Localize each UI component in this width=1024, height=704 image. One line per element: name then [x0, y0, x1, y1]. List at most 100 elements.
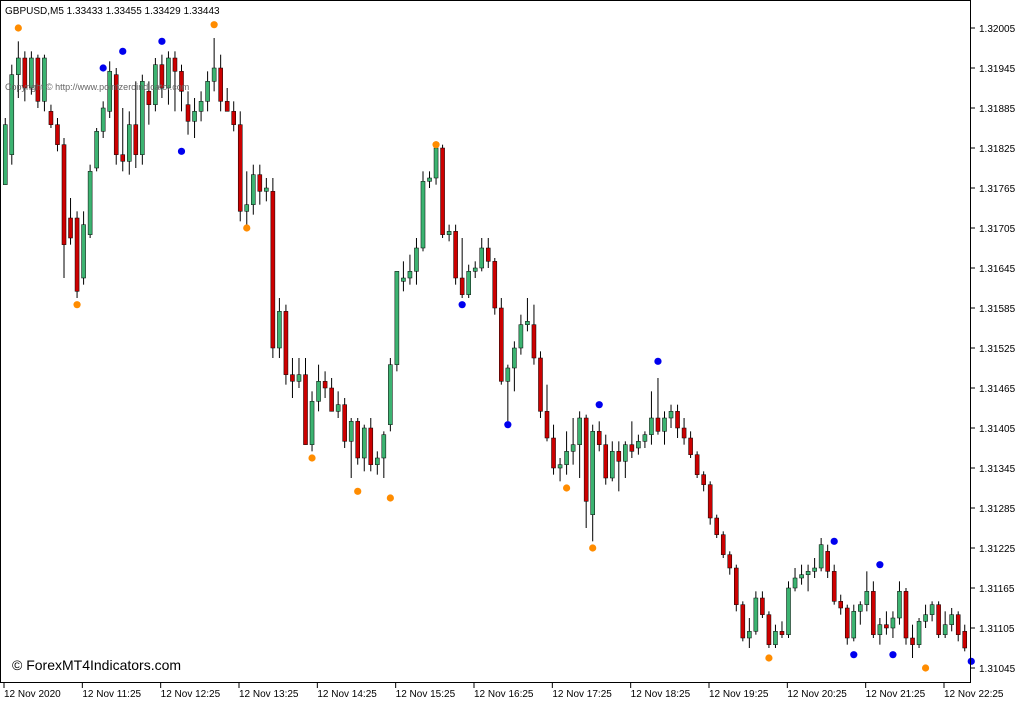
signal-dot-orange — [765, 654, 773, 662]
candle-body — [538, 357, 543, 412]
candle — [48, 104, 54, 128]
candle-body — [472, 267, 478, 272]
candle-body — [629, 444, 635, 452]
candle — [544, 384, 550, 442]
candle — [851, 604, 857, 642]
candle-body — [127, 124, 132, 162]
candle — [322, 371, 328, 398]
candle-body — [479, 247, 485, 269]
candle-body — [335, 404, 341, 412]
candle — [596, 421, 602, 452]
candle-body — [303, 374, 308, 445]
candle-body — [94, 131, 99, 169]
y-tick-label: 1.31345 — [979, 464, 1016, 475]
candle-body — [61, 144, 67, 245]
candle-body — [459, 277, 465, 295]
y-tick-label: 1.31105 — [979, 624, 1015, 635]
signal-dot-blue — [850, 651, 858, 659]
candle — [525, 298, 530, 332]
candle — [316, 364, 321, 412]
candle — [773, 624, 778, 648]
candle — [388, 358, 393, 432]
candle — [779, 621, 785, 638]
candle-body — [851, 611, 857, 639]
candle-body — [68, 217, 73, 239]
candle — [818, 538, 824, 572]
plot-border — [0, 0, 971, 683]
candle — [505, 364, 511, 422]
candle-body — [910, 637, 915, 645]
candle-body — [616, 451, 622, 462]
candle-body — [440, 147, 445, 235]
candle — [675, 404, 680, 438]
candle-body — [361, 427, 367, 459]
candle — [557, 458, 563, 482]
candle — [838, 594, 843, 615]
candle — [747, 618, 752, 648]
candle-body — [884, 624, 889, 629]
candle-body — [649, 417, 654, 435]
candle-body — [257, 174, 263, 192]
candle — [74, 211, 80, 298]
candle-body — [942, 624, 948, 635]
symbol-header: GBPUSD,M5 1.33433 1.33455 1.33429 1.3344… — [5, 6, 220, 17]
candle — [296, 358, 302, 388]
candle-body — [916, 621, 922, 645]
candle — [531, 304, 537, 365]
candle-body — [381, 434, 387, 459]
candle — [499, 298, 504, 385]
candle-body — [623, 444, 628, 462]
signal-dot-orange — [921, 664, 930, 672]
y-tick-label: 1.31705 — [979, 224, 1016, 235]
candle-body — [100, 107, 106, 132]
candle — [244, 171, 250, 225]
candle-body — [903, 591, 909, 639]
candle-body — [818, 544, 824, 569]
candle — [799, 564, 804, 585]
candle-body — [2, 124, 8, 185]
candle-body — [198, 101, 204, 112]
x-tick-label: 12 Nov 21:25 — [866, 689, 926, 700]
y-tick-label: 1.31765 — [979, 184, 1016, 195]
candle-body — [146, 91, 152, 105]
y-tick-label: 1.31405 — [979, 424, 1016, 435]
candle — [786, 581, 791, 638]
candle — [903, 588, 909, 645]
candle — [897, 581, 902, 625]
candle-body — [237, 124, 243, 212]
candle — [309, 391, 315, 452]
candle-body — [603, 444, 609, 479]
candle-body — [433, 147, 439, 179]
candle — [694, 451, 700, 478]
candle — [720, 531, 726, 558]
price-chart[interactable]: 1.32005 1.31945 1.31885 1.31825 1.31765 1.317… — [0, 0, 1024, 704]
candle — [453, 224, 458, 285]
candle — [192, 98, 197, 138]
y-tick-label: 1.31225 — [979, 544, 1016, 555]
candle-body — [218, 67, 223, 102]
candle — [864, 571, 870, 612]
candle — [440, 144, 445, 238]
signal-dot-orange — [14, 24, 22, 32]
candle-body — [610, 451, 615, 479]
candle — [929, 601, 935, 622]
candle — [662, 411, 667, 445]
candle-body — [140, 81, 145, 155]
candle-body — [701, 474, 706, 485]
candle — [127, 111, 132, 175]
candle — [766, 611, 772, 648]
candle-body — [264, 187, 269, 192]
y-tick-label: 1.32005 — [979, 24, 1016, 35]
candle-body — [753, 597, 759, 632]
x-tick-label: 12 Nov 14:25 — [317, 689, 377, 700]
candle — [942, 611, 948, 638]
candle-body — [251, 174, 256, 205]
candle-body — [707, 484, 713, 519]
candle — [381, 431, 387, 478]
candle-body — [120, 154, 126, 162]
candle-body — [681, 427, 687, 439]
y-tick-label: 1.31585 — [979, 304, 1016, 315]
candle-body — [499, 307, 504, 382]
candle-body — [747, 631, 752, 639]
signal-dot-orange — [432, 141, 440, 149]
